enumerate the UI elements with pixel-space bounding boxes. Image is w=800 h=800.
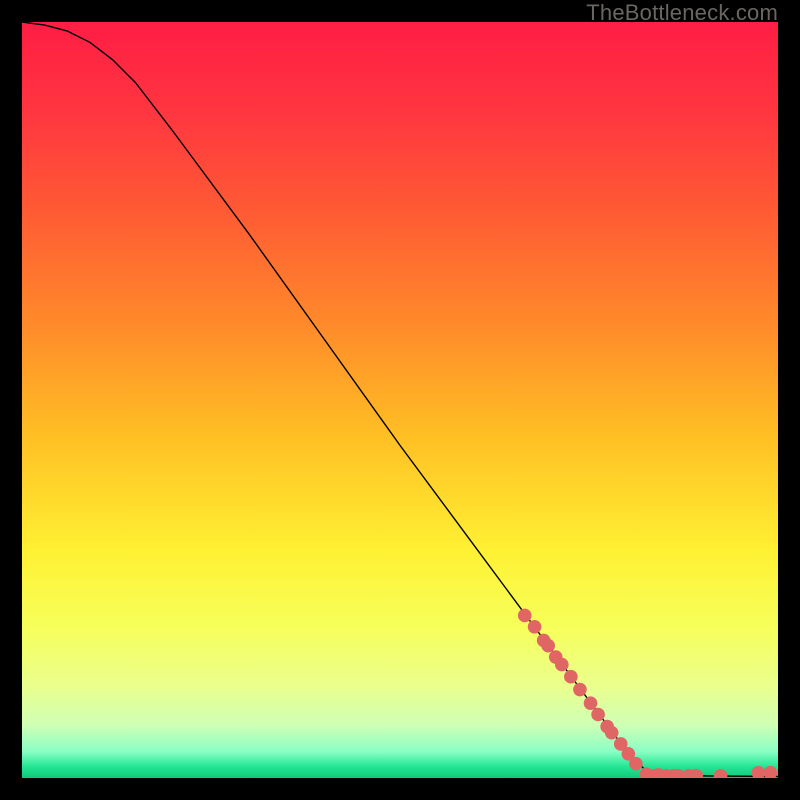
- data-point: [629, 757, 643, 771]
- data-point: [555, 658, 569, 672]
- data-point: [518, 609, 532, 623]
- data-point: [605, 726, 619, 740]
- plot-area: [22, 22, 778, 778]
- data-point: [528, 620, 542, 634]
- chart-svg: [22, 22, 778, 778]
- data-point: [584, 696, 598, 710]
- watermark-label: TheBottleneck.com: [586, 0, 778, 26]
- data-point: [573, 683, 587, 697]
- data-point: [541, 639, 555, 653]
- data-point: [591, 708, 605, 722]
- gradient-rect: [22, 22, 778, 778]
- data-point: [564, 670, 578, 684]
- chart-frame: TheBottleneck.com: [0, 0, 800, 800]
